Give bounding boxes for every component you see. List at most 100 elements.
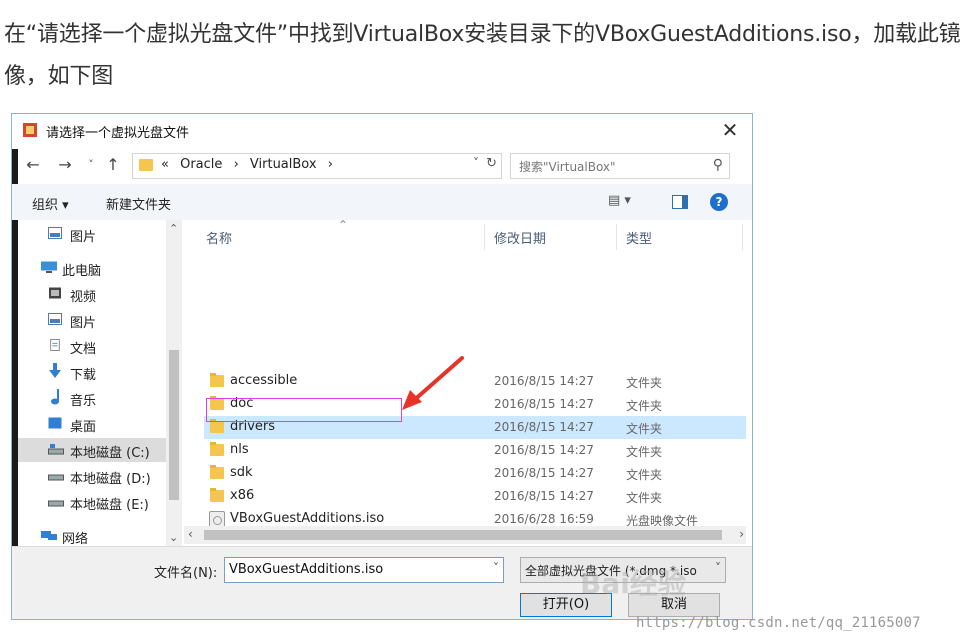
breadcrumb-overflow[interactable]: « — [161, 157, 169, 172]
sidebar-item-label: 图片 — [70, 230, 97, 245]
filename-label: 文件名(N): — [154, 566, 218, 581]
drive-icon — [48, 474, 64, 481]
sidebar-item-videos[interactable]: 视频 — [18, 282, 166, 306]
breadcrumb: « Oracle › VirtualBox › — [161, 157, 340, 172]
scroll-right-icon[interactable]: › — [739, 527, 744, 541]
file-date: 2016/8/15 14:27 — [494, 374, 594, 388]
drive-icon — [48, 444, 64, 455]
column-divider[interactable] — [742, 224, 743, 250]
file-date: 2016/8/15 14:27 — [494, 420, 594, 434]
command-toolbar: 组织 ▾ 新建文件夹 ▤ ▾ ? — [12, 184, 752, 220]
dialog-titlebar: 请选择一个虚拟光盘文件 ✕ — [12, 114, 752, 148]
red-arrow-annotation-icon — [402, 356, 464, 410]
sidebar-item-pictures[interactable]: 图片 — [18, 222, 166, 246]
filename-field[interactable]: VBoxGuestAdditions.iso ˅ — [224, 557, 504, 583]
file-date: 2016/8/15 14:27 — [494, 466, 594, 480]
file-type: 文件夹 — [626, 376, 663, 390]
folder-icon — [210, 419, 224, 433]
chevron-down-icon[interactable]: ˅ — [493, 561, 499, 575]
baidu-watermark: Bai经验 — [580, 567, 686, 600]
refresh-icon[interactable]: ↻ — [486, 156, 497, 171]
address-bar[interactable]: « Oracle › VirtualBox › ˅ ↻ — [132, 153, 502, 179]
sidebar-item-documents[interactable]: 文档 — [18, 334, 166, 358]
folder-icon — [139, 159, 153, 171]
address-dropdown-icon[interactable]: ˅ — [473, 156, 479, 170]
new-folder-button[interactable]: 新建文件夹 — [106, 194, 171, 213]
sidebar-item-label: 网络 — [62, 532, 89, 546]
chevron-down-icon[interactable]: ˅ — [715, 561, 721, 575]
sidebar-item-downloads[interactable]: 下载 — [18, 360, 166, 384]
scroll-left-icon[interactable]: ‹ — [188, 527, 193, 541]
breadcrumb-oracle[interactable]: Oracle — [180, 157, 222, 172]
back-arrow-icon[interactable]: ← — [22, 154, 44, 176]
sidebar-item-desktop[interactable]: 桌面 — [18, 412, 166, 436]
folder-icon — [210, 442, 224, 456]
pictures-icon — [48, 313, 62, 325]
file-row-sdk[interactable]: sdk 2016/8/15 14:27 文件夹 — [204, 462, 746, 485]
sidebar-item-music[interactable]: 音乐 — [18, 386, 166, 410]
column-header-name[interactable]: 名称 — [206, 228, 232, 247]
file-date: 2016/8/15 14:27 — [494, 443, 594, 457]
column-divider[interactable] — [484, 224, 485, 250]
close-button[interactable]: ✕ — [708, 114, 752, 146]
column-header-type[interactable]: 类型 — [626, 228, 652, 247]
organize-menu[interactable]: 组织 ▾ — [32, 194, 69, 213]
computer-icon — [41, 261, 57, 273]
sidebar-item-label: 图片 — [70, 316, 97, 331]
search-input[interactable]: 搜索"VirtualBox" ⚲ — [510, 153, 730, 179]
network-icon — [41, 531, 57, 540]
filename-value: VBoxGuestAdditions.iso — [229, 562, 384, 577]
file-name: sdk — [230, 465, 253, 480]
sidebar-item-label: 本地磁盘 (C:) — [70, 446, 150, 461]
file-date: 2016/8/15 14:27 — [494, 397, 594, 411]
file-row-accessible[interactable]: accessible 2016/8/15 14:27 文件夹 — [204, 370, 746, 393]
column-divider[interactable] — [616, 224, 617, 250]
navigation-bar: ← → ˅ ↑ « Oracle › VirtualBox › ˅ ↻ 搜索"V… — [12, 148, 752, 182]
source-credit: https://blog.csdn.net/qq_21165007 — [636, 615, 921, 631]
sidebar-item-network[interactable]: 网络 — [18, 524, 166, 546]
view-options-icon[interactable]: ▤ ▾ — [608, 193, 631, 208]
scroll-down-icon[interactable]: ⌄ — [169, 531, 178, 544]
open-file-dialog: 请选择一个虚拟光盘文件 ✕ ← → ˅ ↑ « Oracle › Virtual… — [11, 113, 753, 620]
music-icon — [51, 389, 59, 405]
sidebar-item-drive-c[interactable]: 本地磁盘 (C:) — [18, 438, 166, 462]
file-row-x86[interactable]: x86 2016/8/15 14:27 文件夹 — [204, 485, 746, 508]
sidebar-item-drive-d[interactable]: 本地磁盘 (D:) — [18, 464, 166, 488]
sidebar-item-drive-e[interactable]: 本地磁盘 (E:) — [18, 490, 166, 514]
breadcrumb-virtualbox[interactable]: VirtualBox — [250, 157, 317, 172]
column-header-date[interactable]: 修改日期 — [494, 228, 546, 247]
file-type: 文件夹 — [626, 399, 663, 413]
sidebar-item-pictures[interactable]: 图片 — [18, 308, 166, 332]
scrollbar-thumb[interactable] — [204, 530, 722, 540]
scroll-up-icon[interactable]: ⌃ — [169, 222, 178, 235]
document-icon — [50, 339, 60, 351]
sidebar-item-label: 下载 — [70, 368, 97, 383]
breadcrumb-separator: › — [327, 157, 333, 172]
virtualbox-app-icon — [23, 123, 37, 137]
file-type: 文件夹 — [626, 468, 663, 482]
sidebar-scrollbar[interactable]: ⌃ ⌄ — [166, 220, 182, 546]
forward-arrow-icon[interactable]: → — [54, 154, 76, 176]
sort-caret-icon: ⌃ — [338, 218, 349, 232]
file-name: x86 — [230, 488, 255, 503]
recent-locations-chevron-icon[interactable]: ˅ — [80, 154, 102, 176]
scrollbar-thumb[interactable] — [169, 350, 179, 500]
sidebar-item-label: 本地磁盘 (E:) — [70, 498, 149, 513]
file-date: 2016/8/15 14:27 — [494, 489, 594, 503]
article-paragraph: 在“请选择一个虚拟光盘文件”中找到VirtualBox安装目录下的VBoxGue… — [4, 22, 961, 89]
up-arrow-icon[interactable]: ↑ — [102, 154, 124, 176]
search-placeholder: 搜索"VirtualBox" — [519, 160, 616, 174]
sidebar-item-label: 视频 — [70, 290, 97, 305]
pictures-icon — [48, 227, 62, 239]
sidebar-item-label: 本地磁盘 (D:) — [70, 472, 151, 487]
search-icon[interactable]: ⚲ — [713, 157, 723, 173]
navigation-pane: 图片 此电脑 视频 图片 文档 下载 音乐 桌面 本地磁盘 (C:) 本地磁盘 … — [18, 220, 166, 546]
preview-pane-icon[interactable] — [672, 195, 688, 209]
help-icon[interactable]: ? — [710, 193, 728, 211]
horizontal-scrollbar[interactable]: ‹ › — [184, 526, 746, 544]
sidebar-item-this-pc[interactable]: 此电脑 — [18, 256, 166, 280]
file-name: accessible — [230, 373, 298, 388]
file-row-nls[interactable]: nls 2016/8/15 14:27 文件夹 — [204, 439, 746, 462]
file-type: 文件夹 — [626, 422, 663, 436]
download-icon — [49, 363, 61, 378]
